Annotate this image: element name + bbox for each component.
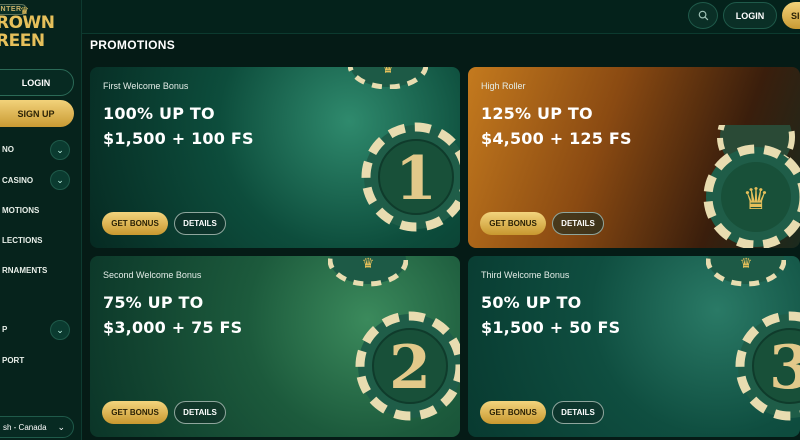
promo-headline: 125% UP TO (481, 104, 593, 123)
get-bonus-button[interactable]: GET BONUS (102, 212, 168, 235)
chevron-down-icon[interactable]: ⌄ (50, 170, 70, 190)
details-button[interactable]: DETAILS (552, 401, 604, 424)
promo-card-third-welcome[interactable]: ♛ 3 Third Welcome Bonus 50% UP TO $1,500… (468, 256, 800, 437)
promo-amount: $1,500 + 100 FS (103, 129, 254, 148)
sidebar: WINTER ♛ ROWN REEN LOGIN SIGN UP NO ⌄ CA… (0, 0, 82, 440)
promo-card-first-welcome[interactable]: ♛ 1 First Welcome Bonus 100% UP TO $1,50… (90, 67, 460, 248)
logo-word-2: REEN (0, 31, 45, 51)
get-bonus-button[interactable]: GET BONUS (480, 401, 546, 424)
page-title: PROMOTIONS (90, 38, 176, 52)
sidebar-item-live-casino[interactable]: CASINO (2, 176, 33, 185)
promo-headline: 100% UP TO (103, 104, 215, 123)
chevron-down-icon[interactable]: ⌄ (50, 320, 70, 340)
get-bonus-button[interactable]: GET BONUS (102, 401, 168, 424)
search-icon (698, 10, 708, 21)
details-button[interactable]: DETAILS (552, 212, 604, 235)
promo-subtitle: Second Welcome Bonus (103, 270, 202, 280)
sidebar-login-button[interactable]: LOGIN (0, 69, 74, 96)
casino-chip-image: ♛ (703, 125, 800, 248)
sidebar-item-vip[interactable]: P (2, 325, 7, 334)
svg-text:♛: ♛ (743, 182, 770, 217)
header-login-button[interactable]: LOGIN (723, 2, 777, 29)
promo-headline: 50% UP TO (481, 293, 582, 312)
top-bar: LOGIN SIG (82, 0, 800, 34)
promo-subtitle: Third Welcome Bonus (481, 270, 570, 280)
svg-text:♛: ♛ (362, 256, 375, 272)
promo-subtitle: High Roller (481, 81, 526, 91)
sidebar-item-casino[interactable]: NO (2, 145, 14, 154)
logo-word-1: ROWN (0, 13, 55, 33)
chip-number: 1 (395, 144, 437, 214)
crown-chip-image: ♛ (348, 67, 428, 89)
casino-chip-image: 1 (361, 122, 460, 232)
site-logo[interactable]: WINTER ♛ ROWN REEN (0, 4, 76, 51)
promo-headline: 75% UP TO (103, 293, 204, 312)
promo-amount: $1,500 + 50 FS (481, 318, 621, 337)
svg-text:♛: ♛ (740, 256, 753, 272)
sidebar-item-tournaments[interactable]: RNAMENTS (2, 266, 47, 275)
details-button[interactable]: DETAILS (174, 212, 226, 235)
sidebar-signup-button[interactable]: SIGN UP (0, 100, 74, 127)
search-button[interactable] (688, 2, 718, 29)
language-selector[interactable]: sh - Canada ⌄ (0, 416, 74, 438)
casino-chip-image: 3 (735, 311, 800, 421)
header-signup-button[interactable]: SIG (782, 2, 800, 29)
svg-text:♛: ♛ (382, 67, 395, 77)
crown-chip-image: ♛ (328, 256, 408, 287)
promo-card-second-welcome[interactable]: ♛ 2 Second Welcome Bonus 75% UP TO $3,00… (90, 256, 460, 437)
chevron-down-icon[interactable]: ⌄ (50, 140, 70, 160)
details-button[interactable]: DETAILS (174, 401, 226, 424)
language-label: sh - Canada (3, 422, 47, 432)
promo-subtitle: First Welcome Bonus (103, 81, 189, 91)
promo-amount: $3,000 + 75 FS (103, 318, 243, 337)
promo-amount: $4,500 + 125 FS (481, 129, 632, 148)
get-bonus-button[interactable]: GET BONUS (480, 212, 546, 235)
sidebar-item-promotions[interactable]: MOTIONS (2, 206, 39, 215)
promo-card-high-roller[interactable]: ♛ High Roller 125% UP TO $4,500 + 125 FS… (468, 67, 800, 248)
chevron-down-icon: ⌄ (57, 421, 65, 432)
sidebar-item-collections[interactable]: LECTIONS (2, 236, 42, 245)
sidebar-item-support[interactable]: PORT (2, 356, 24, 365)
chip-number: 2 (389, 333, 431, 403)
chip-number: 3 (769, 333, 800, 403)
casino-chip-image: 2 (355, 311, 460, 421)
crown-chip-image: ♛ (706, 256, 786, 287)
